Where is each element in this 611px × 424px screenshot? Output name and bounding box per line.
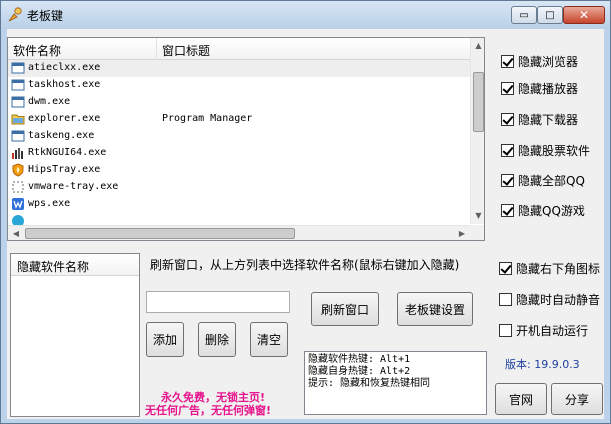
version-label: 版本: 19.9.0.3 [505,358,580,371]
hotkey-line: 隐藏自身热键: Alt+2 [308,366,411,377]
option-auto-start[interactable]: 开机自动运行 [499,322,588,339]
option-label: 隐藏浏览器 [518,55,579,69]
checkbox[interactable] [501,82,514,95]
hotkey-info-box: 隐藏软件热键: Alt+1 隐藏自身热键: Alt+2 提示: 隐藏和恢复热键相… [304,351,487,415]
hotkey-line: 提示: 隐藏和恢复热键相同 [308,378,431,389]
app-window: 老板键 ▭ □ ✕ 软件名称 窗口标题 atieclxx.exe taskhos… [0,0,611,424]
process-name: atieclxx.exe [28,62,101,73]
table-row[interactable]: dwm.exe [8,94,470,111]
checkbox[interactable] [501,204,514,217]
scrollbar-corner [470,225,484,240]
process-name: RtkNGUI64.exe [28,147,107,158]
maximize-button[interactable]: □ [537,6,563,24]
option-label: 隐藏下载器 [518,113,579,127]
process-name: wps.exe [28,198,71,209]
app-window-icon [11,96,25,108]
process-name: explorer.exe [28,113,101,124]
checkbox[interactable] [501,113,514,126]
option-label: 开机自动运行 [516,324,589,338]
process-name: taskeng.exe [28,130,95,141]
client-area: 软件名称 窗口标题 atieclxx.exe taskhost.exe dwm.… [7,29,604,419]
table-row[interactable]: RtkNGUI64.exe [8,145,470,162]
app-window-icon [11,62,25,74]
process-name: taskhost.exe [28,79,101,90]
checkbox[interactable] [499,262,512,275]
table-row[interactable]: wps.exe [8,196,470,213]
scroll-down-arrow-icon[interactable]: ▼ [471,208,484,224]
column-header-software-name[interactable]: 软件名称 [13,42,61,59]
table-row[interactable]: taskhost.exe [8,77,470,94]
folder-icon [11,114,25,125]
process-rows: atieclxx.exe taskhost.exe dwm.exe explor… [8,60,470,230]
option-hide-all-qq[interactable]: 隐藏全部QQ [501,172,585,189]
horizontal-scroll-thumb[interactable] [25,228,295,239]
shield-flame-icon [12,163,24,177]
process-list-vertical-scrollbar[interactable]: ▲ ▼ [470,38,484,224]
option-hide-stock-software[interactable]: 隐藏股票软件 [501,142,590,159]
option-label: 隐藏QQ游戏 [518,204,585,218]
checkbox[interactable] [501,174,514,187]
hotkey-line: 隐藏软件热键: Alt+1 [308,354,411,365]
process-name: vmware-tray.exe [28,181,119,192]
close-button[interactable]: ✕ [563,6,605,24]
option-label: 隐藏股票软件 [518,144,591,158]
maximize-icon: □ [545,9,555,21]
hidden-software-list[interactable]: 隐藏软件名称 [10,253,140,417]
app-window-icon [11,79,25,91]
window-title: 老板键 [27,9,64,23]
boss-key-app-icon [8,7,22,22]
scroll-up-arrow-icon[interactable]: ▲ [471,38,484,54]
wps-icon [12,198,24,210]
refresh-window-button[interactable]: 刷新窗口 [311,292,379,326]
process-name: dwm.exe [28,96,71,107]
scroll-right-arrow-icon[interactable]: ▶ [454,226,470,240]
scroll-left-arrow-icon[interactable]: ◀ [8,226,24,240]
process-list-horizontal-scrollbar[interactable]: ◀ ▶ [8,225,470,240]
option-label: 隐藏全部QQ [518,174,585,188]
checkbox[interactable] [501,55,514,68]
minimize-icon: ▭ [519,9,529,21]
table-row[interactable]: taskeng.exe [8,128,470,145]
option-auto-mute[interactable]: 隐藏时自动静音 [499,291,600,308]
close-icon: ✕ [578,8,590,22]
minimize-button[interactable]: ▭ [511,6,537,24]
checkbox[interactable] [499,293,512,306]
process-name: HipsTray.exe [28,164,101,175]
option-label: 隐藏播放器 [518,82,579,96]
option-hide-tray-icon[interactable]: 隐藏右下角图标 [499,260,600,277]
checkbox[interactable] [501,144,514,157]
column-header-window-title[interactable]: 窗口标题 [162,42,210,59]
column-separator[interactable] [156,38,157,60]
table-row[interactable]: HipsTray.exe [8,162,470,179]
checkbox[interactable] [499,324,512,337]
option-hide-player[interactable]: 隐藏播放器 [501,80,578,97]
option-hide-qq-games[interactable]: 隐藏QQ游戏 [501,202,585,219]
vmware-icon [12,181,24,193]
table-row[interactable]: atieclxx.exe [8,60,470,77]
official-site-button[interactable]: 官网 [495,383,547,415]
delete-button[interactable]: 删除 [198,322,236,357]
promo-line-2: 无任何广告，无任何弹窗! [145,404,272,417]
audio-icon [12,148,23,159]
table-row[interactable]: vmware-tray.exe [8,179,470,196]
process-list-header: 软件名称 窗口标题 [8,38,470,60]
hidden-list-header[interactable]: 隐藏软件名称 [11,254,139,276]
option-hide-downloader[interactable]: 隐藏下载器 [501,111,578,128]
share-button[interactable]: 分享 [551,383,603,415]
option-label: 隐藏右下角图标 [516,262,601,276]
table-row[interactable]: explorer.exe Program Manager [8,111,470,128]
boss-key-settings-button[interactable]: 老板键设置 [397,292,473,326]
clear-button[interactable]: 清空 [250,322,288,357]
option-label: 隐藏时自动静音 [516,293,601,307]
software-name-input[interactable] [146,291,290,313]
process-window-title: Program Manager [162,113,253,124]
add-button[interactable]: 添加 [146,322,184,357]
vertical-scroll-thumb[interactable] [473,72,484,132]
option-hide-browser[interactable]: 隐藏浏览器 [501,53,578,70]
title-bar: 老板键 ▭ □ ✕ [1,1,610,29]
process-list[interactable]: 软件名称 窗口标题 atieclxx.exe taskhost.exe dwm.… [7,37,485,241]
instruction-text: 刷新窗口，从上方列表中选择软件名称(鼠标右键加入隐藏) [150,258,460,272]
app-window-icon [11,130,25,142]
